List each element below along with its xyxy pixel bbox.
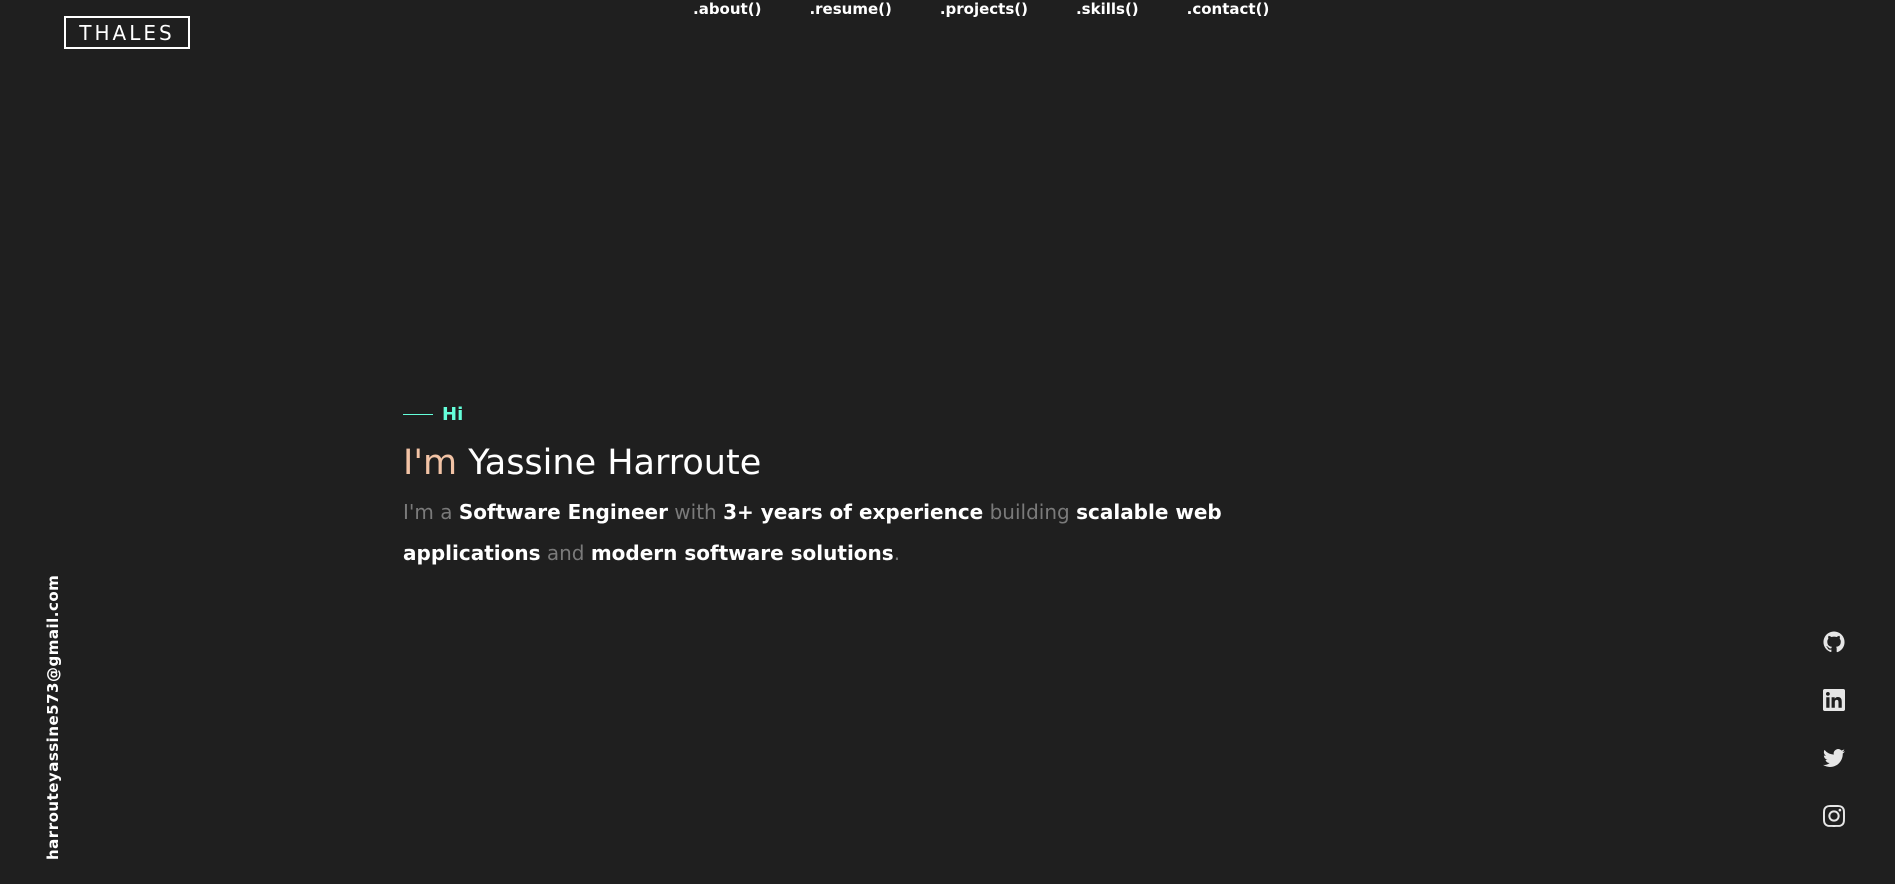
- desc-text-3: building: [983, 500, 1077, 524]
- portfolio-page: THALES .about() .resume() .projects() .s…: [0, 0, 1895, 884]
- greeting-line: [403, 413, 433, 415]
- nav-item-resume[interactable]: .resume(): [809, 0, 891, 18]
- nav-item-contact[interactable]: .contact(): [1187, 0, 1270, 18]
- logo-text: THALES: [79, 20, 175, 45]
- linkedin-link[interactable]: [1822, 688, 1846, 712]
- linkedin-icon: [1823, 689, 1845, 711]
- nav-item-projects[interactable]: .projects(): [940, 0, 1028, 18]
- github-link[interactable]: [1822, 630, 1846, 654]
- greeting: Hi: [403, 400, 1363, 428]
- desc-text-5: .: [893, 541, 901, 565]
- nav-list: .about() .resume() .projects() .skills()…: [693, 0, 1269, 18]
- social-links: [1822, 630, 1846, 828]
- greeting-text: Hi: [442, 403, 464, 425]
- nav-item-skills[interactable]: .skills(): [1076, 0, 1139, 18]
- desc-highlight-role: Software Engineer: [458, 500, 668, 524]
- instagram-link[interactable]: [1822, 804, 1846, 828]
- twitter-link[interactable]: [1822, 746, 1846, 770]
- github-icon: [1823, 631, 1845, 653]
- hero-section: Hi I'm Yassine Harroute I'm a Software E…: [403, 400, 1363, 574]
- desc-text-4: and: [540, 541, 591, 565]
- hero-title-prefix: I'm: [403, 443, 458, 483]
- hero-title: I'm Yassine Harroute: [403, 442, 1363, 484]
- desc-highlight-experience: 3+ years of experience: [723, 500, 984, 524]
- nav-item-about[interactable]: .about(): [693, 0, 761, 18]
- desc-text-1: I'm a: [403, 500, 459, 524]
- email-link[interactable]: harrouteyassine573@gmail.com: [44, 575, 62, 860]
- instagram-icon: [1823, 805, 1845, 827]
- logo[interactable]: THALES: [64, 16, 190, 49]
- desc-text-2: with: [667, 500, 724, 524]
- hero-title-name: Yassine Harroute: [468, 443, 762, 483]
- hero-description: I'm a Software Engineer with 3+ years of…: [403, 492, 1363, 574]
- desc-highlight-software: modern software solutions: [590, 541, 894, 565]
- twitter-icon: [1823, 749, 1845, 767]
